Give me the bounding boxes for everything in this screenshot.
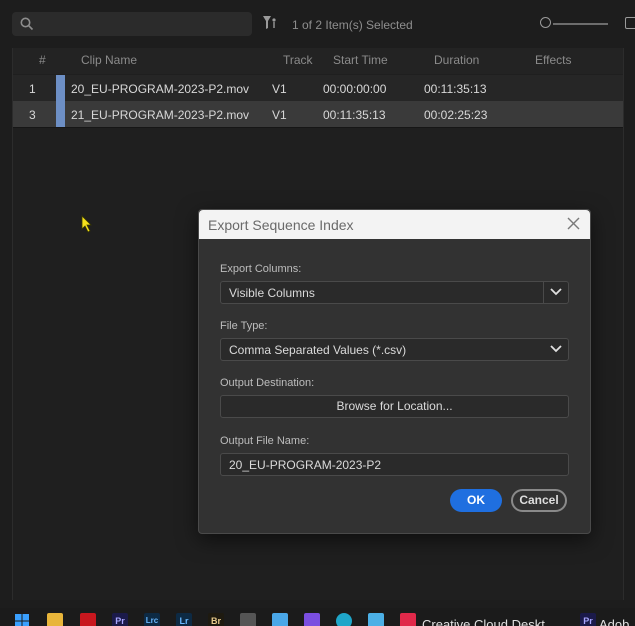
table-header: # Clip Name Track Start Time Duration Ef… [13,48,623,74]
bridge-icon[interactable]: Br [208,613,224,626]
file-explorer-icon[interactable] [47,613,63,626]
premiere-pro-icon[interactable]: Pr [112,613,128,626]
duration: 00:02:25:23 [424,108,488,122]
column-header-track[interactable]: Track [283,53,313,67]
lightroom-classic-icon[interactable]: Lrc [144,613,160,626]
clip-name: 21_EU-PROGRAM-2023-P2.mov [71,108,250,122]
column-header-duration[interactable]: Duration [434,53,479,67]
ok-button[interactable]: OK [450,489,502,512]
export-columns-select[interactable]: Visible Columns [220,281,569,304]
dialog-title: Export Sequence Index [208,217,354,233]
edge-icon[interactable] [336,613,352,626]
taskbar: Pr Lrc Lr Br Creative Cloud Deskt Pr Ado… [0,608,635,626]
acrobat-icon[interactable] [80,613,96,626]
track: V1 [272,82,287,96]
clip-label-color [56,101,65,127]
output-file-name-value: 20_EU-PROGRAM-2023-P2 [229,458,382,472]
file-type-label: File Type: [220,320,268,332]
zoom-slider-track[interactable] [553,23,608,25]
adobe-taskbar-label[interactable]: Adob [599,617,629,626]
creative-cloud-icon[interactable] [400,613,416,626]
export-sequence-index-dialog: Export Sequence Index Export Columns: Vi… [198,209,591,534]
export-columns-dropdown-button[interactable] [543,282,568,303]
notepad-icon[interactable] [272,613,288,626]
premiere-pro-window-icon[interactable]: Pr [580,613,596,626]
column-header-start-time[interactable]: Start Time [333,53,388,67]
start-time: 00:11:35:13 [323,108,386,122]
row-number: 1 [29,82,36,96]
clip-label-color [56,75,65,101]
output-destination-label: Output Destination: [220,377,315,389]
row-number: 3 [29,108,36,122]
clip-name: 20_EU-PROGRAM-2023-P2.mov [71,82,250,96]
browse-for-location-button[interactable]: Browse for Location... [220,395,569,418]
file-type-select[interactable]: Comma Separated Values (*.csv) [220,338,569,361]
file-type-value: Comma Separated Values (*.csv) [229,343,407,357]
lightroom-icon[interactable]: Lr [176,613,192,626]
zoom-slider-handle[interactable] [540,17,551,28]
chevron-down-icon [550,345,562,353]
export-columns-value: Visible Columns [229,286,315,300]
close-icon[interactable] [567,217,580,230]
browse-for-location-label: Browse for Location... [336,399,453,413]
file-type-dropdown-button[interactable] [544,339,568,360]
duration: 00:11:35:13 [424,82,487,96]
column-header-number[interactable]: # [39,53,46,67]
settings-app-icon[interactable] [240,613,256,626]
windows-start-icon[interactable] [14,613,30,626]
mouse-cursor-icon [81,215,92,233]
search-icon [20,17,34,31]
column-header-clip-name[interactable]: Clip Name [81,53,137,67]
dialog-title-bar[interactable]: Export Sequence Index [199,210,590,239]
creative-cloud-taskbar-label[interactable]: Creative Cloud Deskt [422,617,545,626]
column-header-effects[interactable]: Effects [535,53,571,67]
output-file-name-label: Output File Name: [220,435,310,447]
toolbar: 1 of 2 Item(s) Selected [0,0,635,48]
search-input[interactable] [12,12,252,36]
output-file-name-input[interactable]: 20_EU-PROGRAM-2023-P2 [220,453,569,476]
selected-count-text: 1 of 2 Item(s) Selected [292,18,413,32]
copilot-icon[interactable] [304,613,320,626]
cancel-button[interactable]: Cancel [511,489,567,512]
start-time: 00:00:00:00 [323,82,387,96]
filter-icon[interactable] [262,14,278,32]
table-row[interactable]: 1 20_EU-PROGRAM-2023-P2.mov V1 00:00:00:… [13,75,623,102]
chevron-down-icon [550,288,562,296]
table-row[interactable]: 3 21_EU-PROGRAM-2023-P2.mov V1 00:11:35:… [13,101,623,128]
track: V1 [272,108,287,122]
photos-app-icon[interactable] [368,613,384,626]
panel-view-icon[interactable] [625,17,635,29]
export-columns-label: Export Columns: [220,263,302,275]
